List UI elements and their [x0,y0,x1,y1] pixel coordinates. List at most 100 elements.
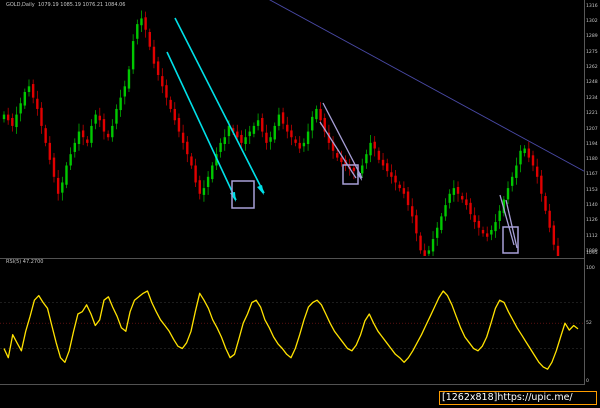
price-tick-label: 1180 [586,157,598,163]
candle-body [94,114,97,124]
candle-body [73,142,77,152]
candle-body [136,24,139,39]
resistance-trendline [269,0,585,172]
candle-body [535,166,539,177]
candle-body [548,210,551,228]
candle-body [336,153,339,158]
candle-body [115,108,118,124]
candle-body [65,165,68,185]
trading-chart-window: GOLD,Daily 1079.19 1085.19 1076.21 1084.… [0,0,600,408]
candle-body [490,229,493,235]
candle-body [61,182,64,193]
price-tick-label: 1140 [586,202,598,208]
candle-body [119,97,122,111]
panel-frames [0,0,585,385]
candle-body [352,167,356,172]
price-tick-label: 1112 [586,234,598,240]
candle-body [15,114,18,128]
lavender-trendline-1 [319,121,357,179]
candle-body [473,215,476,223]
price-tick-label: 1194 [586,141,598,147]
chart-canvas [0,0,585,385]
candle-body [269,137,272,142]
candle-body [319,108,322,121]
candle-body [510,176,514,186]
candle-body [552,225,556,245]
rsi-panel [0,290,584,370]
rsi-label: RSI(5) 47.2700 [6,259,44,265]
candle-body [181,132,185,143]
candle-body [211,165,214,180]
candle-body [244,137,247,145]
candle-body [465,199,468,206]
candle-body [452,188,456,195]
candle-body [6,114,10,121]
candle-body [406,191,410,206]
candle-body [444,205,447,217]
candle-body [69,154,72,166]
candle-body [190,156,193,166]
candle-body [369,142,372,156]
candle-body [281,112,285,124]
candle-body [36,98,39,109]
candle-body [381,159,385,166]
candle-body [202,188,206,195]
candle-body [169,99,172,109]
candle-body [498,210,501,221]
candle-body [236,131,239,138]
price-tick-label: 1095 [586,250,598,256]
candle-body [361,165,364,174]
candle-body [194,165,197,183]
candle-body [131,41,135,70]
candle-body [273,125,276,140]
candle-body [398,184,401,189]
candle-body [377,150,381,160]
candle-body [198,180,201,194]
rsi-series-line [3,290,579,370]
candle-body [98,115,102,121]
candle-body [23,91,27,106]
candle-body [365,154,368,164]
candle-body [531,155,535,166]
rsi-tick-label: 52 [586,320,592,326]
candle-body [540,175,543,194]
candle-body [90,125,93,143]
candle-body [423,250,426,256]
candle-body [219,142,222,152]
candle-body [431,239,435,252]
candle-body [248,131,251,137]
candle-body [494,222,497,232]
candle-body [252,125,256,134]
candle-body [427,250,431,254]
candle-body [411,206,414,217]
price-tick-label: 1167 [586,172,598,178]
candle-body [161,76,164,87]
candle-body [165,85,168,98]
candle-body [277,114,281,126]
candle-body [177,117,181,132]
candle-body [306,131,310,145]
candle-body [223,137,226,145]
candle-body [294,139,297,143]
candle-body [127,69,131,89]
image-watermark: [1262x818]https://upic.me/ [439,391,597,405]
candle-body [340,157,343,163]
candle-body [290,130,293,138]
candle-body [261,117,264,132]
price-tick-label: 1234 [586,96,598,102]
candle-body [477,220,481,228]
candle-body [481,229,485,234]
candle-body [48,142,52,160]
candle-body [544,196,547,211]
candle-body [173,108,176,121]
rsi-tick-label: 0 [586,378,589,384]
candle-body [77,131,81,145]
cyan-trendline-2 [174,17,265,194]
candle-body [2,114,6,120]
candle-body [386,163,389,172]
price-tick-label: 1126 [586,218,598,224]
candle-body [102,119,106,132]
candle-body [556,245,560,256]
candle-body [419,235,422,251]
candle-body [456,186,460,194]
